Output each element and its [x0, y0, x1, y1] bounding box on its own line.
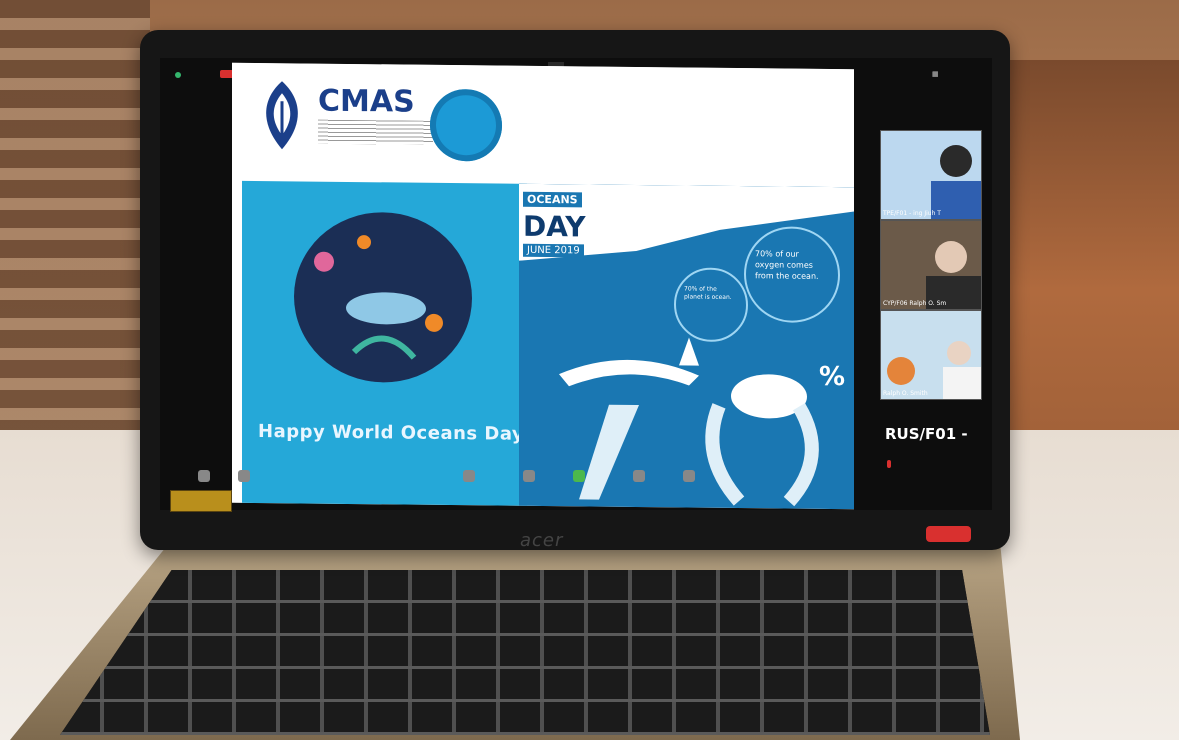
share-screen-button[interactable]: [560, 470, 598, 485]
day-banner-text: DAY: [523, 209, 586, 244]
participants-button[interactable]: [450, 470, 488, 485]
participant-video-icon: [881, 131, 981, 219]
percent-sign: %: [819, 361, 846, 393]
cmas-emblem-icon: [266, 81, 298, 150]
laptop-brand-logo: acer: [520, 530, 564, 551]
record-icon: [633, 470, 645, 482]
poster-left-panel: Happy World Oceans Day: [242, 180, 527, 506]
keyboard-rows: [60, 570, 990, 735]
chat-icon: [523, 470, 535, 482]
participant-name: TPE/F01 - ing Jiuh T: [883, 210, 941, 217]
date-banner-text: JUNE 2019: [523, 243, 584, 258]
leave-meeting-button[interactable]: [926, 526, 971, 542]
poster-right-panel: OCEANS DAY JUNE 2019 70% of our oxygen c…: [519, 183, 854, 510]
shared-slide: CMAS Happy World Oceans Day OCEANS DAY J…: [232, 62, 854, 510]
logo-band: CMAS: [232, 62, 854, 188]
wooden-shelf: [0, 0, 150, 440]
photo-scene: acer ▾ ▦ CMAS: [0, 0, 1179, 740]
mute-button[interactable]: [185, 470, 223, 485]
participant-name: CYP/F06 Ralph O. Sm: [883, 300, 947, 307]
unesco-seal-icon: [430, 88, 502, 162]
sea-life-globe: [294, 211, 472, 384]
smiley-icon: [683, 470, 695, 482]
participant-tile-1[interactable]: TPE/F01 - ing Jiuh T: [880, 130, 982, 220]
mic-muted-icon: [887, 460, 891, 468]
share-icon: [573, 470, 585, 482]
oceans-banner-text: OCEANS: [523, 191, 582, 208]
participant-video-icon: [881, 221, 981, 309]
camera-icon: [238, 470, 250, 482]
participant-name: Ralph O. Smith: [883, 390, 928, 397]
happy-world-oceans-day-text: Happy World Oceans Day: [258, 421, 525, 445]
intel-sticker: [170, 490, 232, 512]
video-button[interactable]: [225, 470, 263, 485]
participant-tile-2[interactable]: CYP/F06 Ralph O. Sm: [880, 220, 982, 310]
oxygen-bubble-text: 70% of our oxygen comes from the ocean.: [755, 249, 819, 281]
record-button[interactable]: [620, 470, 658, 485]
sidebar-user-label: RUS/F01 -: [885, 425, 968, 443]
planet-bubble-text: 70% of the planet is ocean.: [684, 285, 732, 301]
participant-tile-3[interactable]: Ralph O. Smith: [880, 310, 982, 400]
chat-button[interactable]: [510, 470, 548, 485]
gallery-view-button[interactable]: ▦: [932, 70, 939, 78]
microphone-icon: [198, 470, 210, 482]
cmas-subtitle-lines: [318, 119, 433, 145]
cmas-logo-text: CMAS: [318, 83, 415, 120]
sea-life-icon: [314, 235, 443, 360]
status-dot-icon: [175, 72, 181, 78]
people-icon: [463, 470, 475, 482]
reactions-button[interactable]: [670, 470, 708, 485]
planet-bubble: [674, 267, 748, 343]
participant-video-icon: [881, 311, 981, 399]
